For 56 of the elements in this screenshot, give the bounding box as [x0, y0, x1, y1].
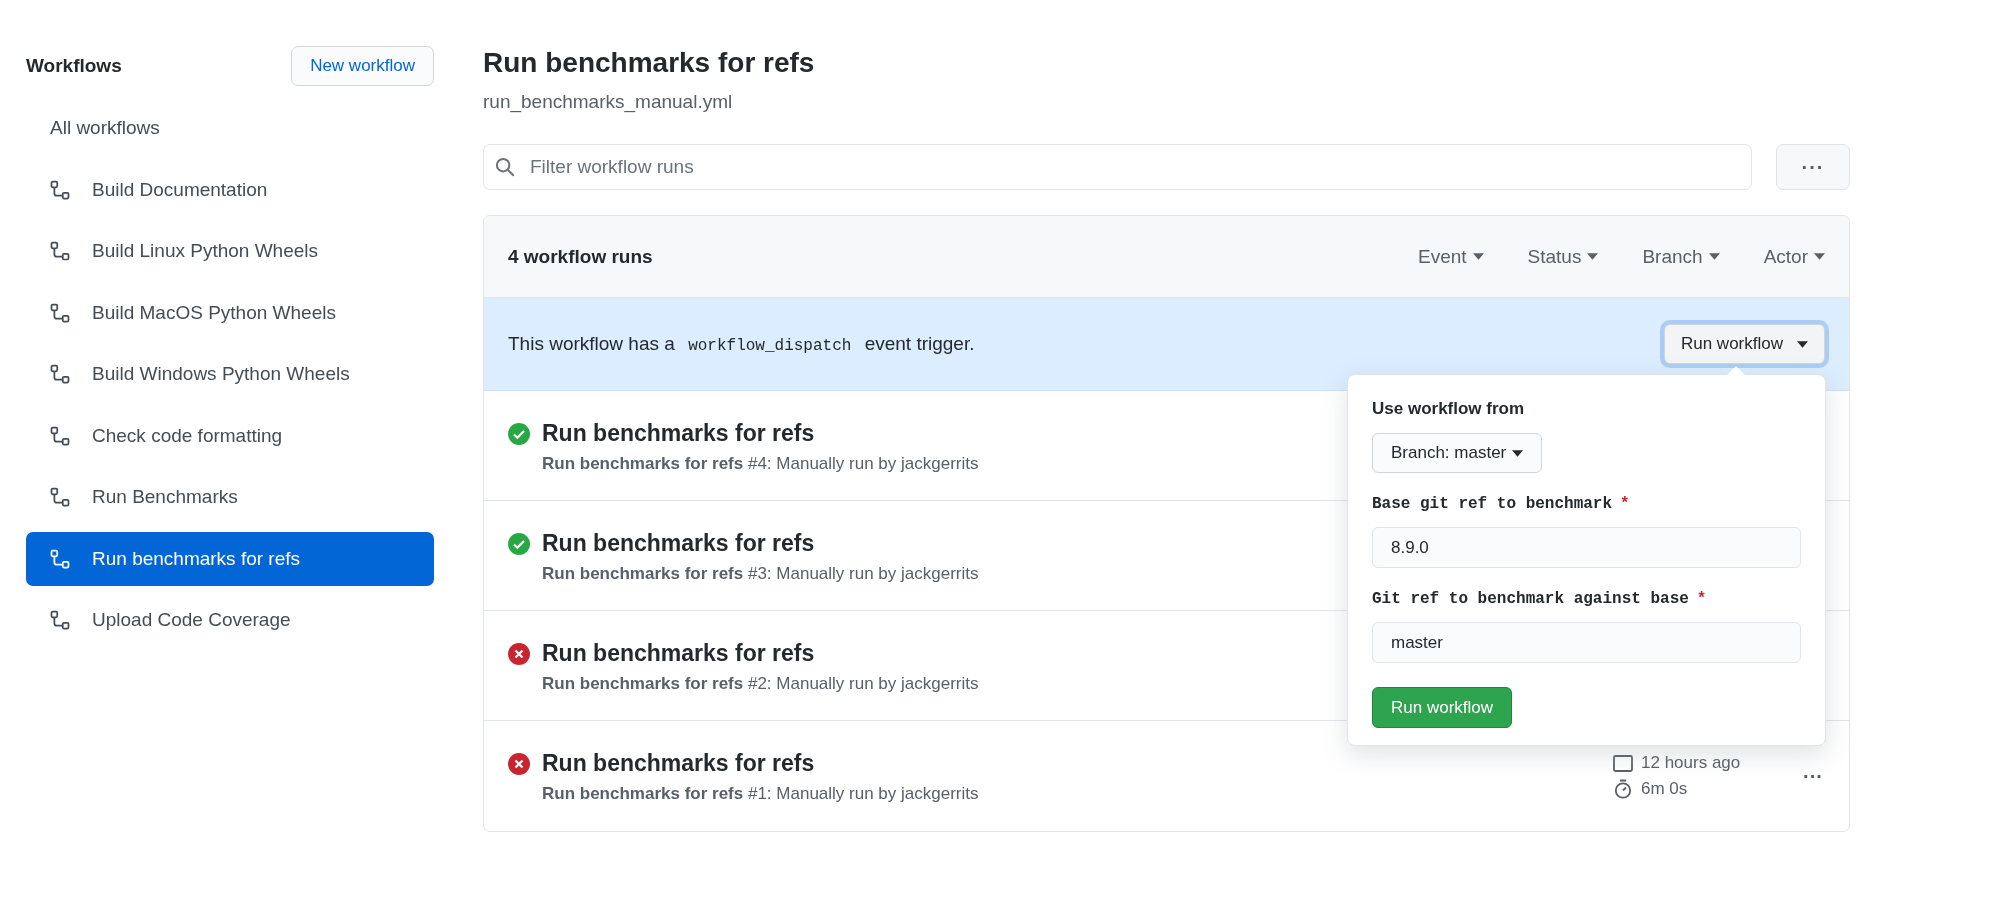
input-field[interactable]: 8.9.0	[1372, 527, 1801, 568]
sidebar-title: Workflows	[26, 55, 122, 77]
run-title[interactable]: Run benchmarks for refs	[542, 417, 979, 448]
sidebar-item[interactable]: Build MacOS Python Wheels	[26, 285, 434, 340]
input-field[interactable]: master	[1372, 622, 1801, 663]
run-title[interactable]: Run benchmarks for refs	[542, 527, 979, 558]
new-workflow-button[interactable]: New workflow	[291, 46, 434, 86]
caret-icon	[1587, 253, 1599, 260]
workflow-icon	[50, 610, 70, 630]
run-subtitle: Run benchmarks for refs #4: Manually run by jackgerrits	[542, 453, 979, 474]
filter-dropdown[interactable]: Event	[1417, 245, 1484, 268]
caret-icon	[1472, 253, 1484, 260]
more-options-button[interactable]: ···	[1776, 144, 1850, 190]
filter-field[interactable]: Filter workflow runs	[483, 144, 1752, 190]
run-subtitle: Run benchmarks for refs #1: Manually run by jackgerrits	[542, 784, 979, 804]
workflow-filename: run_benchmarks_manual.yml	[483, 90, 734, 114]
workflow-icon	[50, 364, 70, 384]
run-subtitle: Run benchmarks for refs #3: Manually run by jackgerrits	[542, 563, 979, 584]
filter-dropdown[interactable]: Actor	[1763, 245, 1825, 268]
run-menu-button[interactable]: ···	[1799, 764, 1827, 788]
caret-icon	[1708, 253, 1720, 260]
sidebar-item[interactable]: Upload Code Coverage	[26, 593, 434, 647]
run-subtitle: Run benchmarks for refs #2: Manually run by jackgerrits	[542, 673, 979, 694]
workflow-icon	[50, 487, 70, 507]
banner-text: This workflow has a workflow_dispatch event trigger.	[508, 333, 976, 355]
run-title[interactable]: Run benchmarks for refs	[542, 748, 979, 778]
stopwatch-icon	[1613, 779, 1633, 799]
caret-icon	[1512, 449, 1524, 457]
workflow-icon	[50, 302, 70, 323]
workflow-icon	[50, 241, 70, 261]
sidebar-item[interactable]: Check code formatting	[26, 408, 434, 463]
caret-icon	[1814, 253, 1825, 260]
run-time: 12 hours ago	[1641, 753, 1741, 773]
field-label: Base git ref to benchmark	[1372, 495, 1613, 513]
run-count: 4 workflow runs	[508, 245, 654, 268]
required-mark: *	[1620, 495, 1630, 513]
sidebar-item[interactable]: Run Benchmarks	[26, 470, 434, 524]
field-label: Git ref to benchmark against base	[1372, 590, 1689, 608]
filter-dropdown[interactable]: Branch	[1642, 245, 1720, 268]
calendar-icon	[1613, 754, 1633, 772]
branch-dropdown[interactable]: Branch: master	[1372, 433, 1543, 473]
run-title[interactable]: Run benchmarks for refs	[542, 637, 979, 668]
sidebar-item[interactable]: All workflows	[26, 101, 434, 155]
caret-icon	[1797, 340, 1808, 348]
workflow-icon	[50, 548, 70, 569]
workflow-icon	[50, 179, 70, 200]
filter-dropdown[interactable]: Status	[1527, 245, 1599, 268]
popover-heading: Use workflow from	[1372, 399, 1526, 419]
sidebar-item[interactable]: Build Windows Python Wheels	[26, 347, 434, 401]
sidebar-item[interactable]: Run benchmarks for refs	[26, 531, 434, 586]
run-duration: 6m 0s	[1641, 779, 1688, 799]
page-title: Run benchmarks for refs	[483, 46, 816, 80]
sidebar-item[interactable]: Build Documentation	[26, 162, 434, 217]
workflow-icon	[50, 425, 70, 446]
required-mark: *	[1696, 590, 1707, 608]
sidebar-item[interactable]: Build Linux Python Wheels	[26, 224, 434, 278]
